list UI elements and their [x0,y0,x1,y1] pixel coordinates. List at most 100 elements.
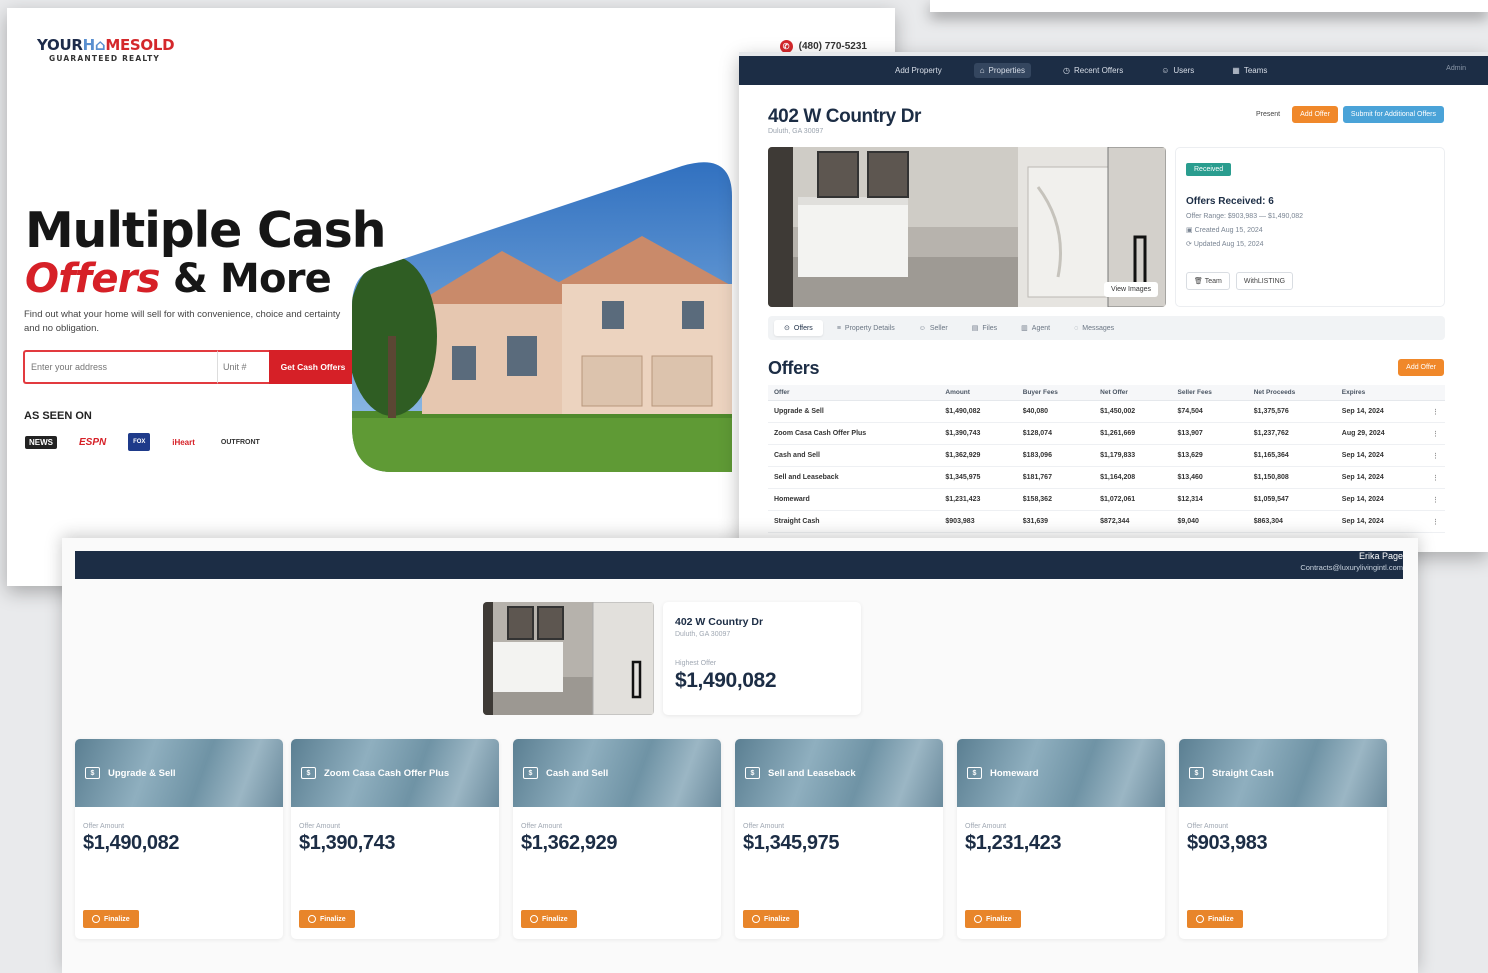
col-net-proceeds[interactable]: Net Proceeds [1247,385,1336,401]
finalize-button[interactable]: Finalize [299,910,355,928]
add-offer-button[interactable]: Add Offer [1398,359,1444,376]
portal-city: Duluth, GA 30097 [675,631,731,638]
user-name: Erika Page [1358,551,1403,561]
offer-amount: $1,231,423 [965,832,1062,854]
finalize-label: Finalize [1208,915,1234,923]
offer-amount-label: Offer Amount [521,823,563,830]
brand-logo[interactable]: YOURH⌂MESOLD GUARANTEED REALTY [37,36,175,63]
file-icon: ▤ [971,325,979,332]
phone-number: (480) 770-5231 [798,41,867,52]
tab-messages[interactable]: ◌ Messages [1064,321,1124,336]
address-form: Get Cash Offers [23,350,357,384]
tab-property-details[interactable]: ≡ Property Details [827,321,905,336]
person-icon: ☺ [918,324,926,332]
row-menu-icon[interactable]: ⋮ [1426,400,1445,423]
check-circle-icon [1196,915,1204,923]
offer-name: Cash and Sell [546,767,609,779]
offer-card-header: $ Straight Cash [1179,739,1387,807]
check-circle-icon [308,915,316,923]
unit-input[interactable] [217,350,269,384]
property-photo[interactable]: View Images [768,147,1166,307]
tab-label: Property Details [844,324,895,332]
tab-files[interactable]: ▤ Files [962,320,1007,336]
user-info[interactable]: Erika Page Contracts@luxurylivingintl.co… [1300,551,1403,572]
portal-summary-card: 402 W Country Dr Duluth, GA 30097 Highes… [663,602,861,715]
finalize-button[interactable]: Finalize [743,910,799,928]
nav-add-property[interactable]: Add Property [889,63,948,78]
table-row[interactable]: Zoom Casa Cash Offer Plus $1,390,743 $128,… [768,422,1445,445]
submit-additional-offers-button[interactable]: Submit for Additional Offers [1342,106,1444,123]
col-buyer-fees[interactable]: Buyer Fees [1016,385,1095,401]
row-menu-icon[interactable]: ⋮ [1426,422,1445,445]
tab-offers[interactable]: ⊙ Offers [774,320,823,336]
hero-accent-word: Offers [25,256,160,302]
table-cell: Sep 14, 2024 [1335,488,1426,511]
logo-house-icon: ⌂ [94,36,106,54]
nav-properties[interactable]: ⌂ Properties [973,63,1032,78]
card-buttons: 🗑 Team WithLISTING [1186,272,1434,290]
table-cell: $9,040 [1171,510,1248,533]
nav-account[interactable]: Admin [1446,65,1466,72]
nav-teams[interactable]: ▦ Teams [1226,63,1273,78]
hero-line-1: Multiple Cash [25,202,387,259]
hero-line-2-rest: & More [172,256,332,302]
table-cell: $74,504 [1171,400,1248,423]
table-cell: $1,345,975 [939,466,1017,489]
col-net-offer[interactable]: Net Offer [1094,385,1172,401]
offer-card-header: $ Sell and Leaseback [735,739,943,807]
finalize-button[interactable]: Finalize [521,910,577,928]
offer-card-header: $ Upgrade & Sell [75,739,283,807]
offer-name: Homeward [990,767,1039,779]
col-expires[interactable]: Expires [1335,385,1426,401]
present-button[interactable]: Present [1248,107,1288,122]
check-circle-icon [92,915,100,923]
as-seen-on-heading: AS SEEN ON [24,410,92,422]
offer-card: $ Upgrade & Sell Offer Amount $1,490,082 Fin… [75,739,283,939]
check-circle-icon [974,915,982,923]
finalize-label: Finalize [104,915,130,923]
offer-amount: $903,983 [1187,832,1268,854]
offers-summary-card: Received Offers Received: 6 Offer Range:… [1175,147,1445,307]
nav-recent-offers[interactable]: ◷ Recent Offers [1057,63,1129,78]
clock-icon: ◷ [1063,66,1070,75]
table-row[interactable]: Upgrade & Sell $1,490,082 $40,080 $1,450,00… [768,400,1445,423]
team-button[interactable]: 🗑 Team [1186,272,1230,290]
with-listing-button[interactable]: WithLISTING [1235,272,1294,290]
col-amount[interactable]: Amount [939,385,1017,401]
row-menu-icon[interactable]: ⋮ [1426,488,1445,511]
table-row[interactable]: Straight Cash $903,983 $31,639 $872,344 $9,0… [768,510,1445,533]
row-menu-icon[interactable]: ⋮ [1426,444,1445,467]
tab-seller[interactable]: ☺ Seller [909,321,958,336]
table-cell: Cash and Sell [768,444,940,467]
press-logos: NEWS ESPN FOX iHeart OUTFRONT [25,433,264,451]
table-cell: $1,059,547 [1247,488,1336,511]
table-row[interactable]: Cash and Sell $1,362,929 $183,096 $1,179,83… [768,444,1445,467]
hero-headline: Multiple Cash Offers & More [25,202,387,302]
address-input[interactable] [23,350,217,384]
table-cell: Straight Cash [768,510,940,533]
nav-users[interactable]: ☺ Users [1155,63,1200,78]
row-menu-icon[interactable]: ⋮ [1426,510,1445,533]
logo-text-mesold: MESOLD [105,36,175,54]
property-dashboard-screenshot: Add Property ⌂ Properties ◷ Recent Offers … [739,52,1488,552]
cash-icon: $ [301,767,316,779]
finalize-label: Finalize [764,915,790,923]
cash-icon: $ [1189,767,1204,779]
table-row[interactable]: Sell and Leaseback $1,345,975 $181,767 $1,1… [768,466,1445,489]
col-seller-fees[interactable]: Seller Fees [1171,385,1248,401]
table-row[interactable]: Homeward $1,231,423 $158,362 $1,072,061 $12,… [768,488,1445,511]
table-cell: $1,072,061 [1094,488,1172,511]
finalize-button[interactable]: Finalize [965,910,1021,928]
finalize-button[interactable]: Finalize [1187,910,1243,928]
col-offer[interactable]: Offer [768,385,940,401]
table-cell: $13,629 [1171,444,1248,467]
offer-amount-label: Offer Amount [743,823,785,830]
add-offer-top-button[interactable]: Add Offer [1292,106,1338,123]
finalize-button[interactable]: Finalize [83,910,139,928]
view-images-button[interactable]: View Images [1104,282,1158,297]
tab-agent[interactable]: ▥ Agent [1011,320,1060,336]
row-menu-icon[interactable]: ⋮ [1426,466,1445,489]
logo-tagline: GUARANTEED REALTY [49,54,161,63]
team-label: Team [1204,278,1222,285]
get-cash-offers-button[interactable]: Get Cash Offers [269,350,357,384]
